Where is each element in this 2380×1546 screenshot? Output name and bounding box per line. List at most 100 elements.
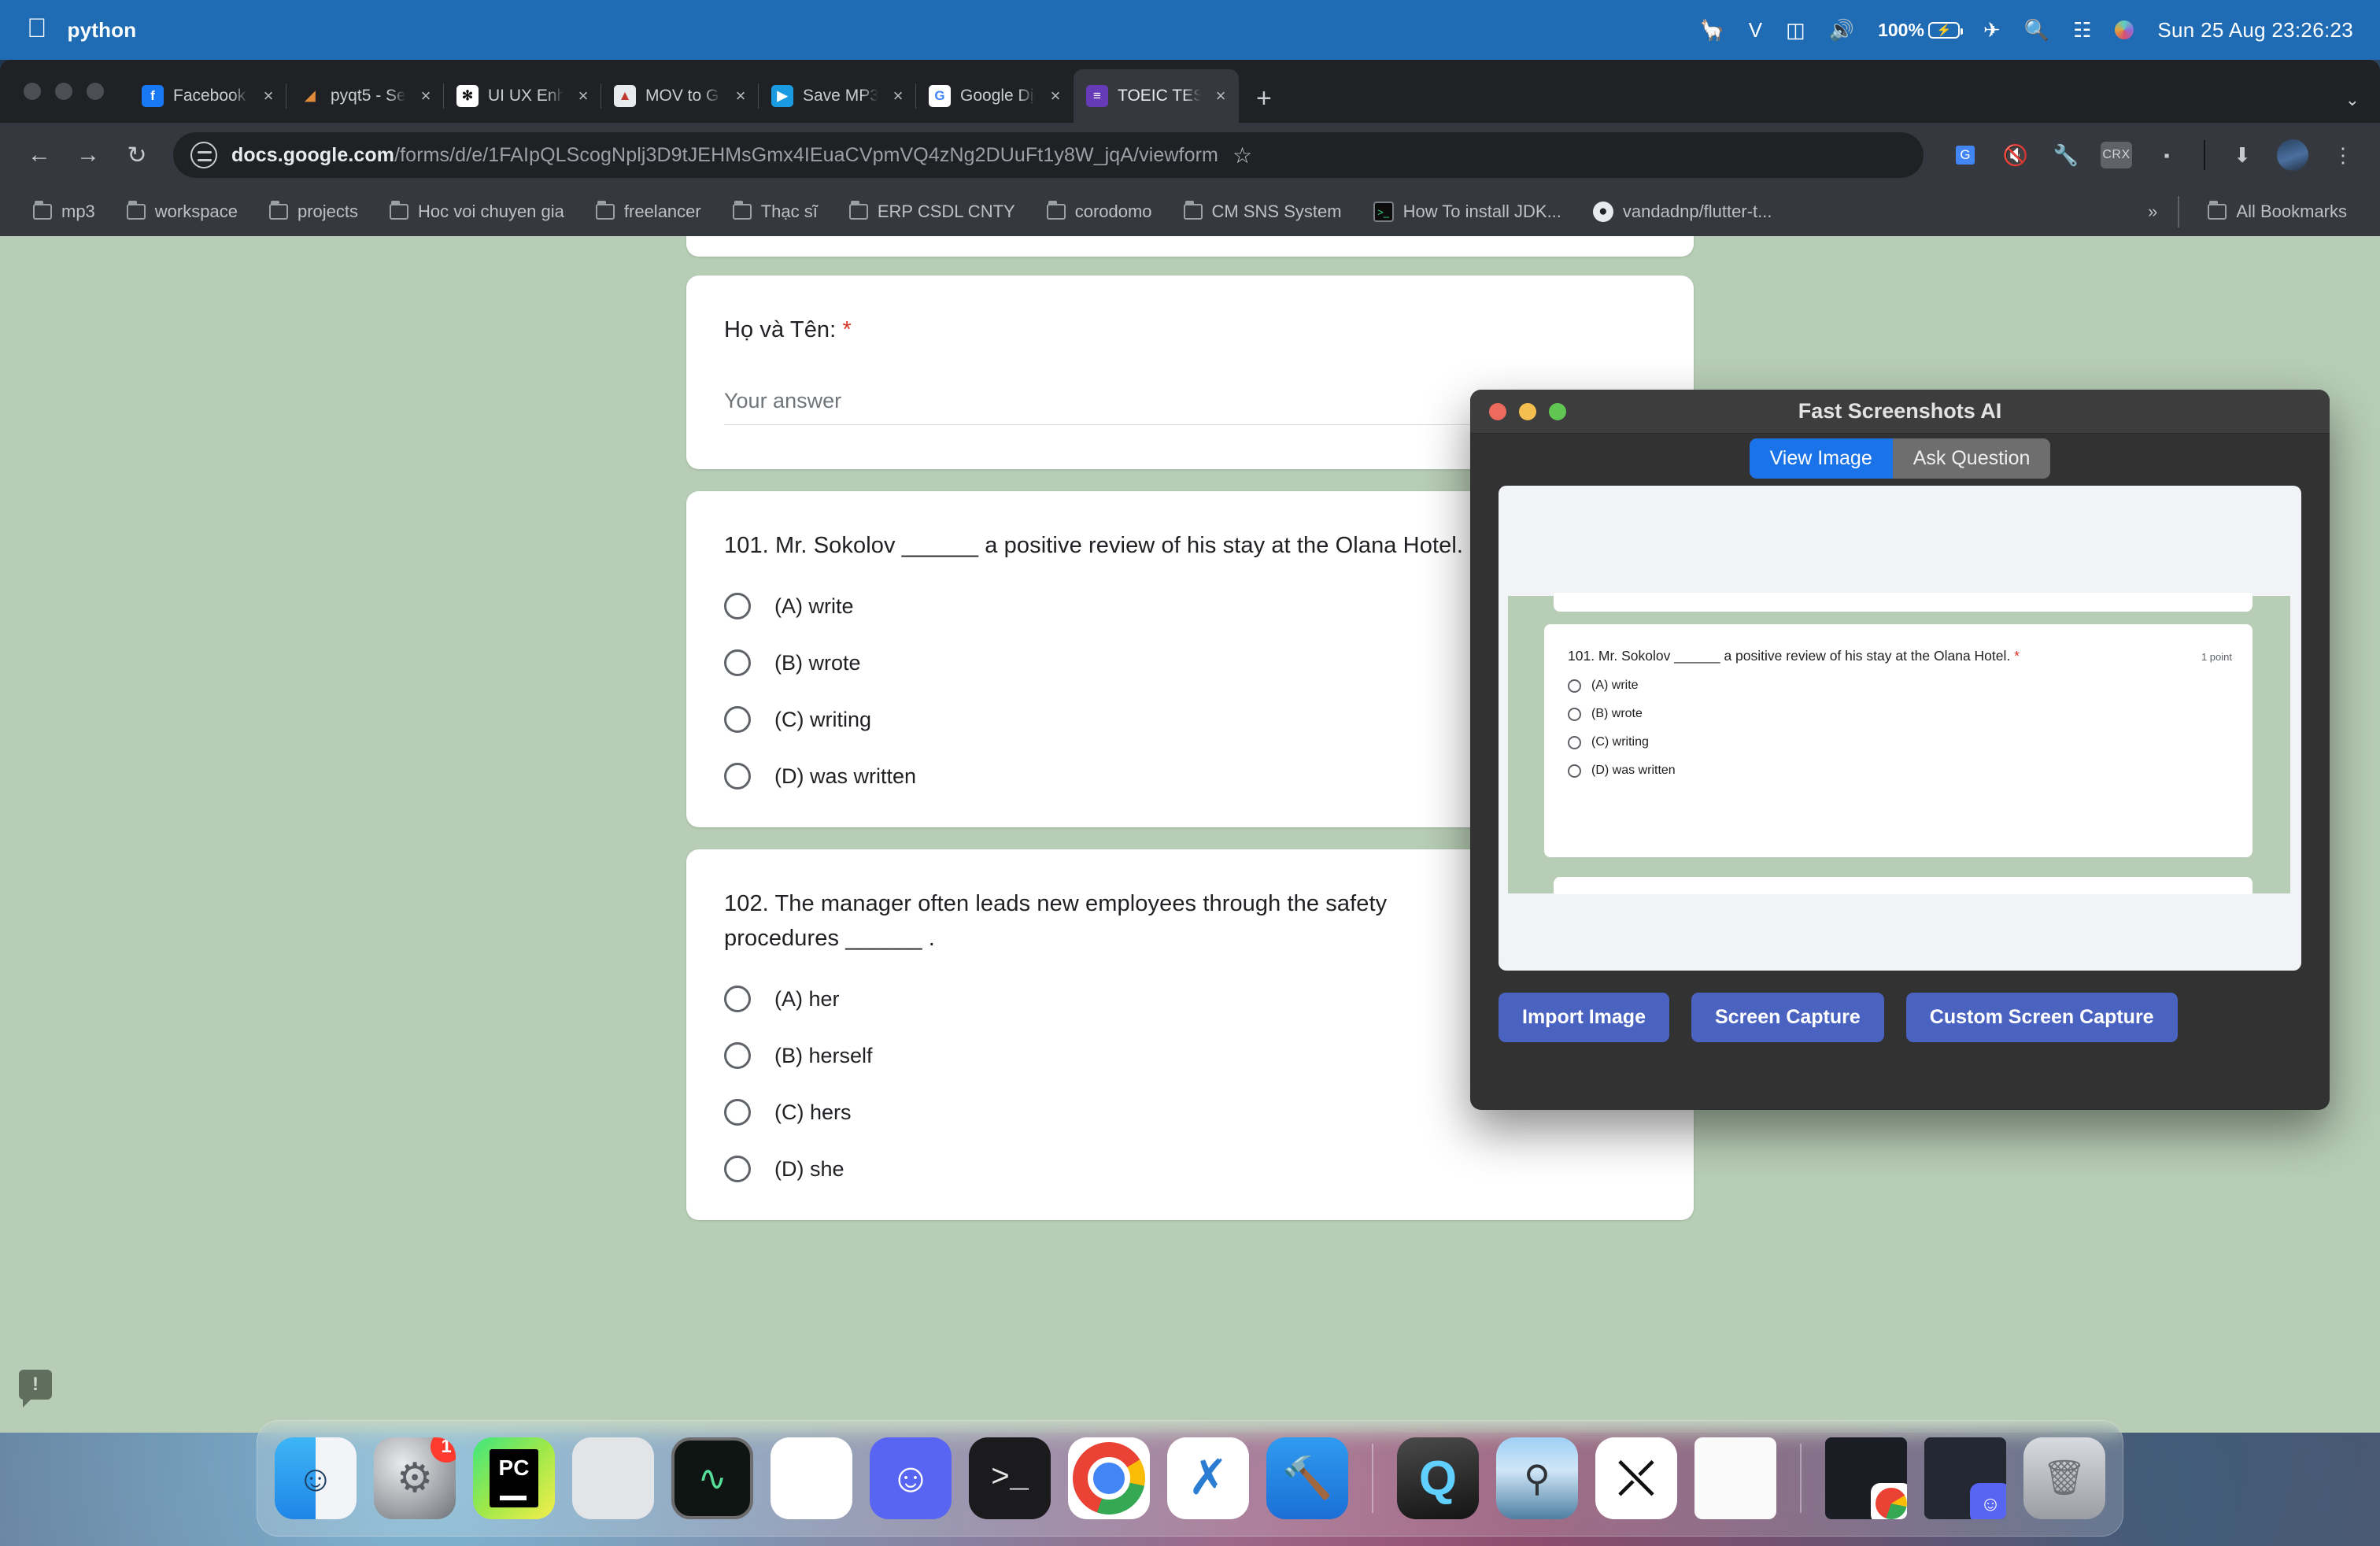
browser-tab[interactable]: GGoogle Dịch× <box>916 69 1074 123</box>
close-button[interactable] <box>24 83 41 100</box>
bookmark-item[interactable]: ERP CSDL CNTY <box>833 202 1031 222</box>
dock-item-quicktime-player[interactable]: Q <box>1397 1437 1479 1519</box>
report-feedback-icon[interactable]: ! <box>19 1370 52 1400</box>
browser-tab[interactable]: ◢pyqt5 - Setting tab w× <box>286 69 444 123</box>
bookmark-item[interactable]: projects <box>253 202 374 222</box>
crx-extension-icon[interactable]: CRX <box>2100 139 2133 172</box>
bookmark-item[interactable]: freelancer <box>580 202 717 222</box>
forward-button[interactable]: → <box>66 133 110 177</box>
download-icon[interactable]: ⬇ <box>2226 139 2259 172</box>
dock-item-capcut[interactable]: ⤬ <box>1595 1437 1677 1519</box>
back-button[interactable]: ← <box>17 133 61 177</box>
bookmark-item[interactable]: corodomo <box>1031 202 1168 222</box>
bookmark-item[interactable]: >_How To install JDK... <box>1358 202 1577 222</box>
bookmarks-overflow-icon[interactable]: » <box>2140 202 2165 222</box>
dock-item-google-chrome[interactable] <box>1068 1437 1150 1519</box>
chrome-menu-icon[interactable]: ⋮ <box>2326 139 2360 172</box>
reload-button[interactable]: ↻ <box>115 133 159 177</box>
radio-button-icon[interactable] <box>724 986 751 1012</box>
browser-tab[interactable]: ▲MOV to GIF | CloudC× <box>601 69 759 123</box>
maximize-button[interactable] <box>87 83 104 100</box>
window-traffic-lights[interactable] <box>24 60 129 123</box>
close-tab-icon[interactable]: × <box>888 86 908 106</box>
import-image-button[interactable]: Import Image <box>1499 993 1669 1042</box>
dock-item-terminal[interactable]: >_ <box>969 1437 1051 1519</box>
bookmark-item[interactable]: ●vandadnp/flutter-t... <box>1577 202 1788 222</box>
close-tab-icon[interactable]: × <box>1210 86 1231 106</box>
radio-button-icon[interactable] <box>724 649 751 676</box>
minimize-button[interactable] <box>1519 403 1536 420</box>
apple-logo-icon[interactable]:  <box>27 15 47 42</box>
v-icon[interactable]: V <box>1749 18 1762 43</box>
volume-icon[interactable]: 🔊 <box>1829 18 1854 43</box>
bookmark-item[interactable]: CM SNS System <box>1168 202 1358 222</box>
screen-capture-button[interactable]: Screen Capture <box>1691 993 1884 1042</box>
profile-avatar-icon[interactable] <box>2276 139 2309 172</box>
dock-item-minimized-discord-window[interactable]: ☺ <box>1924 1437 2006 1519</box>
active-app-name[interactable]: python <box>68 18 137 43</box>
close-tab-icon[interactable]: × <box>416 86 436 106</box>
close-tab-icon[interactable]: × <box>258 86 279 106</box>
tab-view-image[interactable]: View Image <box>1750 438 1893 479</box>
page-info-icon[interactable] <box>190 142 217 168</box>
name-answer-input[interactable]: Your answer <box>724 389 1576 425</box>
close-tab-icon[interactable]: × <box>730 86 751 106</box>
minimize-button[interactable] <box>55 83 72 100</box>
control-center-icon[interactable]: ☷ <box>2073 18 2091 43</box>
dock-item-activity-monitor[interactable]: ∿ <box>671 1437 753 1519</box>
radio-button-icon[interactable] <box>724 1099 751 1126</box>
bookmark-item[interactable]: Hoc voi chuyen gia <box>374 202 580 222</box>
dock-item-trash[interactable]: 🗑 <box>2023 1437 2105 1519</box>
dock-item-preview[interactable]: ⚲ <box>1496 1437 1578 1519</box>
menu-bar-clock[interactable]: Sun 25 Aug 23:26:23 <box>2157 18 2353 43</box>
image-preview-area[interactable]: 101. Mr. Sokolov ______ a positive revie… <box>1499 486 2301 971</box>
dock-item-discord[interactable]: ☺ <box>870 1437 952 1519</box>
all-bookmarks-button[interactable]: All Bookmarks <box>2192 202 2363 222</box>
llama-icon[interactable]: 🦙 <box>1699 18 1724 43</box>
google-translate-icon[interactable]: G <box>1949 139 1982 172</box>
extension-wrench-icon[interactable]: 🔧 <box>2049 139 2082 172</box>
mute-tab-icon[interactable]: 🔇 <box>1999 139 2032 172</box>
tab-search-chevron-icon[interactable]: ⌄ <box>2345 90 2360 110</box>
tab-ask-question[interactable]: Ask Question <box>1893 438 2051 479</box>
dock-item-minimized-chrome-window[interactable] <box>1825 1437 1907 1519</box>
dock-item-document[interactable] <box>1694 1437 1776 1519</box>
dock-item-visual-studio-code[interactable]: ✗ <box>1167 1437 1249 1519</box>
app-title-bar[interactable]: Fast Screenshots AI <box>1470 390 2330 434</box>
close-tab-icon[interactable]: × <box>573 86 593 106</box>
browser-tab[interactable]: fFacebook× <box>129 69 286 123</box>
bookmark-item[interactable]: Thạc sĩ <box>717 202 833 222</box>
siri-icon[interactable] <box>2115 20 2134 39</box>
option-label: (C) hers <box>774 1100 852 1125</box>
radio-button-icon[interactable] <box>724 593 751 620</box>
radio-button-icon[interactable] <box>724 706 751 733</box>
battery-status[interactable]: 100% ⚡ <box>1878 20 1960 41</box>
browser-tab[interactable]: ≡TOEIC TEST #01× <box>1074 69 1239 123</box>
close-button[interactable] <box>1489 403 1506 420</box>
radio-button-icon[interactable] <box>724 1156 751 1182</box>
star-icon[interactable]: ☆ <box>1232 142 1257 168</box>
wifi-icon[interactable]: ✈︎ <box>1983 18 2001 43</box>
dock-item-pycharm[interactable]: PC <box>473 1437 555 1519</box>
dock-item-system-preferences[interactable]: ⚙ 1 <box>374 1437 456 1519</box>
new-tab-button[interactable]: + <box>1239 85 1289 123</box>
custom-screen-capture-button[interactable]: Custom Screen Capture <box>1906 993 2178 1042</box>
spotlight-search-icon[interactable]: 🔍 <box>2024 18 2049 43</box>
bookmark-item[interactable]: mp3 <box>17 202 111 222</box>
address-bar[interactable]: docs.google.com/forms/d/e/1FAIpQLScogNpl… <box>173 132 1924 178</box>
browser-tab[interactable]: ▶Save MP3 audio from× <box>759 69 916 123</box>
app-traffic-lights[interactable] <box>1470 403 1566 420</box>
extensions-puzzle-icon[interactable]: ⬝ <box>2150 139 2183 172</box>
dock-item-launchpad[interactable] <box>572 1437 654 1519</box>
dock-item-finder[interactable]: ☺ <box>275 1437 357 1519</box>
radio-button-icon[interactable] <box>724 1042 751 1069</box>
close-tab-icon[interactable]: × <box>1045 86 1066 106</box>
dock-item-slack[interactable] <box>771 1437 852 1519</box>
dock-item-xcode[interactable]: 🔨 <box>1266 1437 1348 1519</box>
bookmark-item[interactable]: workspace <box>111 202 253 222</box>
maximize-button[interactable] <box>1549 403 1566 420</box>
browser-tab[interactable]: ✻UI UX Enhancements× <box>444 69 601 123</box>
radio-button-icon[interactable] <box>724 763 751 790</box>
option-row[interactable]: (D) she <box>724 1156 1650 1182</box>
keyboard-icon[interactable]: ◫ <box>1786 18 1805 43</box>
